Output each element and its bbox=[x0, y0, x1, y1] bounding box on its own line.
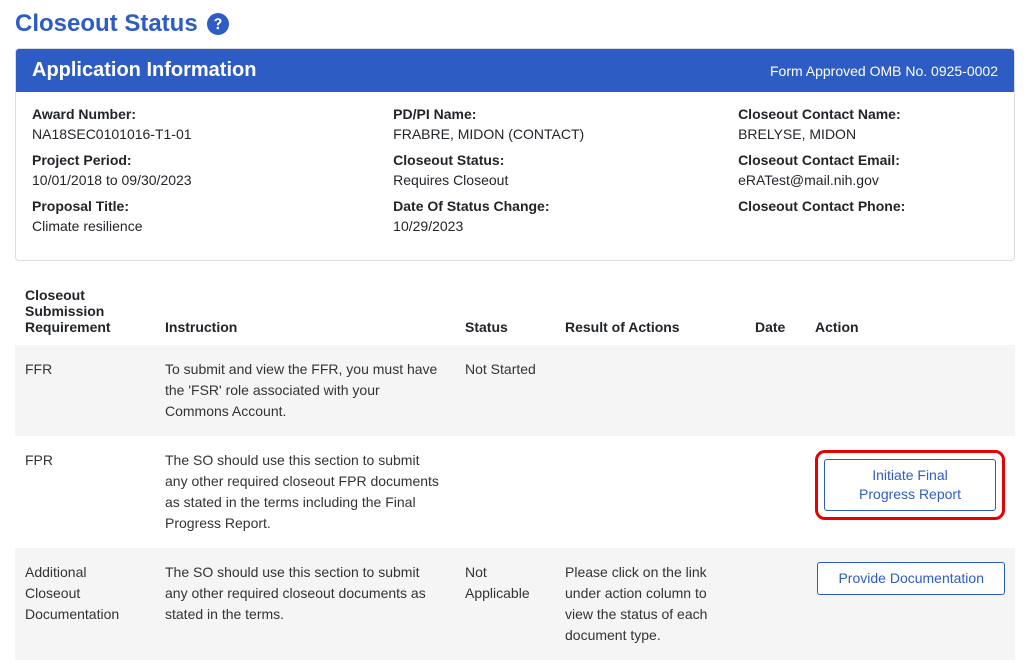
contact-name-label: Closeout Contact Name: bbox=[738, 106, 998, 122]
application-information-card: Application Information Form Approved OM… bbox=[15, 48, 1015, 261]
page-title-row: Closeout Status bbox=[15, 10, 1015, 38]
cell-status: Not Started bbox=[455, 345, 555, 436]
table-row: FPR The SO should use this section to su… bbox=[15, 436, 1015, 548]
info-col-1: Award Number: NA18SEC0101016-T1-01 Proje… bbox=[32, 106, 373, 244]
cell-action: Provide Documentation bbox=[805, 548, 1015, 660]
col-requirement: Closeout Submission Requirement bbox=[15, 279, 155, 345]
cell-requirement: FPR bbox=[15, 436, 155, 548]
contact-email-label: Closeout Contact Email: bbox=[738, 152, 998, 168]
info-col-2: PD/PI Name: FRABRE, MIDON (CONTACT) Clos… bbox=[393, 106, 718, 244]
cell-requirement: FFR bbox=[15, 345, 155, 436]
pdpi-name-value: FRABRE, MIDON (CONTACT) bbox=[393, 126, 718, 142]
table-header-row: Closeout Submission Requirement Instruct… bbox=[15, 279, 1015, 345]
closeout-status-value: Requires Closeout bbox=[393, 172, 718, 188]
col-status: Status bbox=[455, 279, 555, 345]
cell-requirement: Additional Closeout Documentation bbox=[15, 548, 155, 660]
cell-date bbox=[745, 436, 805, 548]
cell-status bbox=[455, 436, 555, 548]
card-header: Application Information Form Approved OM… bbox=[16, 49, 1014, 92]
col-instruction: Instruction bbox=[155, 279, 455, 345]
closeout-status-label: Closeout Status: bbox=[393, 152, 718, 168]
info-grid: Award Number: NA18SEC0101016-T1-01 Proje… bbox=[16, 92, 1014, 260]
page-title: Closeout Status bbox=[15, 10, 198, 38]
cell-result: Please click on the link under action co… bbox=[555, 548, 745, 660]
contact-phone-label: Closeout Contact Phone: bbox=[738, 198, 998, 214]
project-period-label: Project Period: bbox=[32, 152, 373, 168]
table-row: Additional Closeout Documentation The SO… bbox=[15, 548, 1015, 660]
provide-documentation-button[interactable]: Provide Documentation bbox=[817, 562, 1005, 595]
cell-result bbox=[555, 345, 745, 436]
date-status-change-label: Date Of Status Change: bbox=[393, 198, 718, 214]
contact-email-value: eRATest@mail.nih.gov bbox=[738, 172, 998, 188]
col-date: Date bbox=[745, 279, 805, 345]
cell-date bbox=[745, 548, 805, 660]
award-number-value: NA18SEC0101016-T1-01 bbox=[32, 126, 373, 142]
cell-action: Initiate Final Progress Report bbox=[805, 436, 1015, 548]
cell-status: Not Applicable bbox=[455, 548, 555, 660]
contact-name-value: BRELYSE, MIDON bbox=[738, 126, 998, 142]
proposal-title-value: Climate resilience bbox=[32, 218, 373, 234]
cell-instruction: The SO should use this section to submit… bbox=[155, 548, 455, 660]
closeout-table: Closeout Submission Requirement Instruct… bbox=[15, 279, 1015, 660]
cell-instruction: The SO should use this section to submit… bbox=[155, 436, 455, 548]
table-row: FFR To submit and view the FFR, you must… bbox=[15, 345, 1015, 436]
cell-instruction: To submit and view the FFR, you must hav… bbox=[155, 345, 455, 436]
project-period-value: 10/01/2018 to 09/30/2023 bbox=[32, 172, 373, 188]
pdpi-name-label: PD/PI Name: bbox=[393, 106, 718, 122]
award-number-label: Award Number: bbox=[32, 106, 373, 122]
info-col-3: Closeout Contact Name: BRELYSE, MIDON Cl… bbox=[738, 106, 998, 244]
cell-date bbox=[745, 345, 805, 436]
date-status-change-value: 10/29/2023 bbox=[393, 218, 718, 234]
proposal-title-label: Proposal Title: bbox=[32, 198, 373, 214]
card-header-right: Form Approved OMB No. 0925-0002 bbox=[770, 63, 998, 79]
col-action: Action bbox=[805, 279, 1015, 345]
col-result: Result of Actions bbox=[555, 279, 745, 345]
help-icon[interactable] bbox=[206, 12, 230, 36]
card-header-title: Application Information bbox=[32, 59, 256, 82]
cell-result bbox=[555, 436, 745, 548]
cell-action bbox=[805, 345, 1015, 436]
highlight-box: Initiate Final Progress Report bbox=[815, 450, 1005, 520]
initiate-final-progress-report-button[interactable]: Initiate Final Progress Report bbox=[824, 459, 996, 511]
